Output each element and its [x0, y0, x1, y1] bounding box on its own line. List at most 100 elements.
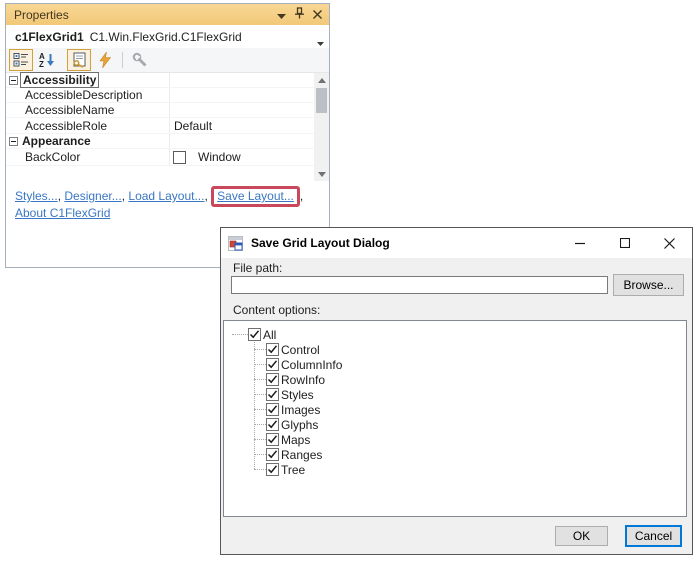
link-save-layout[interactable]: Save Layout...	[217, 189, 294, 203]
tree-item-control[interactable]: Control	[254, 342, 320, 357]
save-grid-layout-dialog: Save Grid Layout Dialog File path: Brows…	[220, 227, 693, 555]
dialog-title: Save Grid Layout Dialog	[251, 236, 557, 250]
content-options-tree[interactable]: All Control ColumnInfo	[223, 320, 687, 517]
tree-item-tree[interactable]: Tree	[254, 462, 305, 477]
close-icon[interactable]	[313, 6, 322, 24]
property-grid: Accessibility AccessibleDescription Acce…	[6, 73, 329, 181]
property-value[interactable]: Window	[198, 150, 241, 164]
tree-item-label[interactable]: Images	[281, 403, 320, 417]
link-separator: ,	[300, 189, 303, 203]
tree-item-maps[interactable]: Maps	[254, 432, 310, 447]
property-row[interactable]: AccessibleDescription	[6, 88, 314, 103]
tree-item-all[interactable]: All	[232, 327, 276, 342]
file-path-label: File path:	[233, 261, 282, 275]
tree-stub-line	[254, 379, 266, 380]
designer-verbs: Styles..., Designer..., Load Layout..., …	[6, 181, 322, 222]
scrollbar-thumb[interactable]	[316, 88, 327, 113]
scroll-down-icon[interactable]	[314, 167, 329, 181]
form-icon	[228, 236, 243, 251]
tree-stub-line	[254, 364, 266, 365]
color-swatch	[173, 151, 186, 164]
toolbar-separator	[122, 52, 123, 68]
tree-item-images[interactable]: Images	[254, 402, 320, 417]
file-path-input[interactable]	[231, 276, 608, 294]
tree-item-label[interactable]: Styles	[281, 388, 314, 402]
scroll-up-icon[interactable]	[314, 73, 329, 87]
link-load-layout[interactable]: Load Layout...	[128, 189, 204, 203]
category-label: Accessibility	[20, 72, 99, 88]
properties-toolbar: A Z	[6, 48, 329, 73]
checkbox-checked-icon[interactable]	[266, 358, 279, 371]
property-row[interactable]: AccessibleRole Default	[6, 118, 314, 134]
property-name: AccessibleName	[25, 103, 165, 117]
ok-button[interactable]: OK	[555, 526, 608, 546]
checkbox-checked-icon[interactable]	[266, 343, 279, 356]
cancel-button[interactable]: Cancel	[625, 525, 682, 547]
property-name: BackColor	[25, 150, 165, 164]
auto-hide-pin-icon[interactable]	[294, 6, 305, 24]
events-icon[interactable]	[93, 49, 117, 71]
category-row-accessibility[interactable]: Accessibility	[6, 73, 314, 88]
tree-item-label[interactable]: Tree	[281, 463, 305, 477]
tree-stub-line	[254, 394, 266, 395]
dialog-titlebar: Save Grid Layout Dialog	[221, 228, 692, 258]
tree-item-label[interactable]: Control	[281, 343, 320, 357]
property-value[interactable]: Default	[174, 119, 212, 133]
tree-item-label[interactable]: Maps	[281, 433, 310, 447]
checkbox-checked-icon[interactable]	[266, 433, 279, 446]
tree-item-columninfo[interactable]: ColumnInfo	[254, 357, 342, 372]
selected-object-type: C1.Win.FlexGrid.C1FlexGrid	[90, 30, 242, 44]
tree-item-label[interactable]: All	[263, 328, 276, 342]
tree-item-label[interactable]: ColumnInfo	[281, 358, 342, 372]
minimize-icon[interactable]	[557, 228, 602, 258]
advanced-properties-icon	[128, 49, 152, 71]
screenshot-root: Properties	[0, 0, 700, 566]
category-label: Appearance	[22, 134, 91, 148]
property-name: AccessibleDescription	[25, 88, 165, 102]
tree-item-label[interactable]: RowInfo	[281, 373, 325, 387]
link-designer[interactable]: Designer...	[64, 189, 121, 203]
tree-item-styles[interactable]: Styles	[254, 387, 314, 402]
browse-button[interactable]: Browse...	[613, 274, 684, 296]
tree-stub-line	[254, 349, 266, 350]
sort-alphabetical-icon[interactable]: A Z	[35, 49, 59, 71]
grid-scrollbar[interactable]	[314, 73, 329, 181]
tree-stub-line	[254, 454, 266, 455]
tree-stub-line	[254, 409, 266, 410]
checkbox-checked-icon[interactable]	[266, 403, 279, 416]
checkbox-checked-icon[interactable]	[266, 388, 279, 401]
tree-item-label[interactable]: Ranges	[281, 448, 322, 462]
close-icon[interactable]	[647, 228, 692, 258]
highlight-annotation: Save Layout...	[211, 186, 300, 207]
object-dropdown-chevron-icon[interactable]	[317, 35, 324, 49]
checkbox-checked-icon[interactable]	[266, 373, 279, 386]
link-styles[interactable]: Styles...	[15, 189, 58, 203]
property-row[interactable]: AccessibleName	[6, 103, 314, 118]
checkbox-checked-icon[interactable]	[266, 418, 279, 431]
property-row[interactable]: BackColor Window	[6, 149, 314, 166]
tree-item-label[interactable]: Glyphs	[281, 418, 318, 432]
tree-stub-line	[254, 424, 266, 425]
selected-object-name: c1FlexGrid1	[15, 30, 84, 44]
properties-titlebar: Properties	[6, 4, 329, 25]
collapse-minus-icon[interactable]	[6, 137, 20, 146]
collapse-minus-icon[interactable]	[6, 76, 20, 85]
window-menu-chevron-icon[interactable]	[277, 6, 286, 24]
checkbox-checked-icon[interactable]	[248, 328, 261, 341]
object-selector[interactable]: c1FlexGrid1 C1.Win.FlexGrid.C1FlexGrid	[6, 25, 329, 48]
content-options-label: Content options:	[233, 303, 320, 317]
tree-stub-line	[232, 334, 248, 335]
checkbox-checked-icon[interactable]	[266, 463, 279, 476]
link-about-c1flexgrid[interactable]: About C1FlexGrid	[15, 206, 110, 220]
category-row-appearance[interactable]: Appearance	[6, 134, 314, 149]
tree-item-glyphs[interactable]: Glyphs	[254, 417, 318, 432]
categorized-icon[interactable]	[9, 49, 33, 71]
svg-text:Z: Z	[39, 60, 44, 68]
property-pages-icon[interactable]	[67, 49, 91, 71]
dialog-body: File path: Browse... Content options: Al…	[221, 258, 692, 554]
maximize-icon[interactable]	[602, 228, 647, 258]
tree-stub-line	[254, 469, 266, 470]
tree-item-ranges[interactable]: Ranges	[254, 447, 322, 462]
tree-item-rowinfo[interactable]: RowInfo	[254, 372, 325, 387]
checkbox-checked-icon[interactable]	[266, 448, 279, 461]
